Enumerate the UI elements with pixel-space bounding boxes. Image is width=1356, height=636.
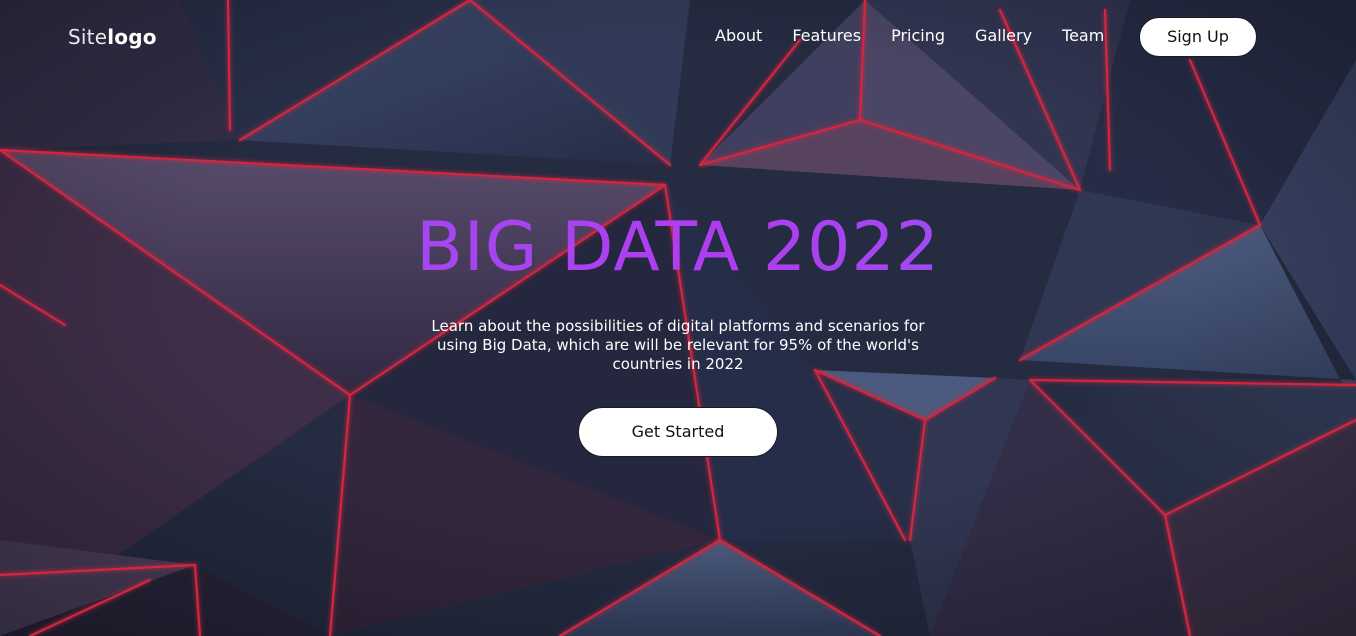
nav-link-gallery[interactable]: Gallery	[975, 26, 1032, 45]
logo-text-light: Site	[68, 25, 108, 49]
hero-subtitle: Learn about the possibilities of digital…	[431, 317, 925, 373]
main-menu: About Features Pricing Gallery Team	[715, 26, 1134, 45]
nav-link-about[interactable]: About	[715, 26, 762, 45]
nav-link-pricing[interactable]: Pricing	[891, 26, 945, 45]
nav-link-team[interactable]: Team	[1062, 26, 1104, 45]
hero-section: Sitelogo About Features Pricing Gallery …	[0, 0, 1356, 636]
logo-text-bold: logo	[107, 25, 157, 49]
hero-title: BIG DATA 2022	[0, 208, 1356, 288]
sign-up-button[interactable]: Sign Up	[1139, 17, 1257, 57]
get-started-button[interactable]: Get Started	[578, 407, 778, 457]
nav-link-features[interactable]: Features	[792, 26, 861, 45]
top-navbar: Sitelogo About Features Pricing Gallery …	[0, 0, 1356, 76]
site-logo[interactable]: Sitelogo	[68, 25, 157, 49]
